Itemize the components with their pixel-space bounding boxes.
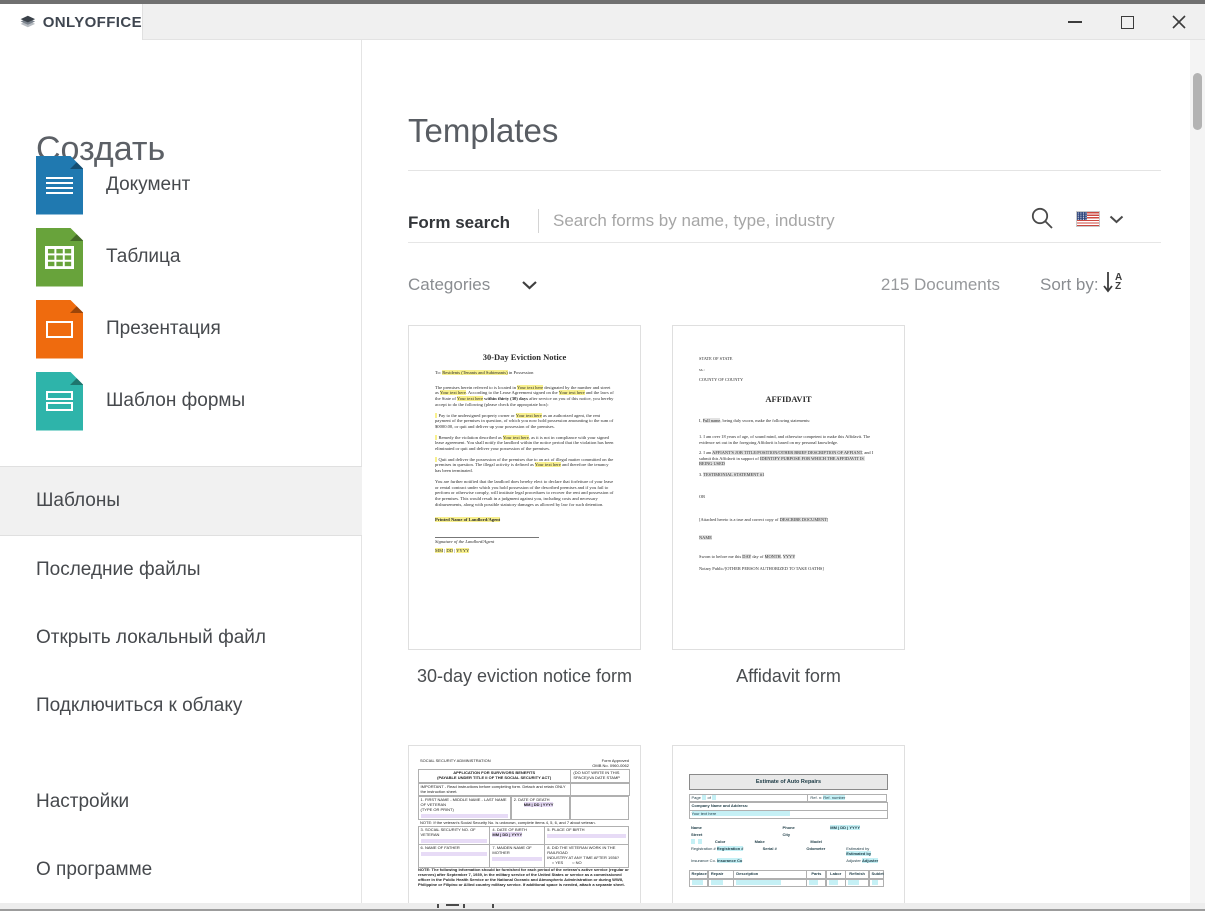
clipped-bottom-strip bbox=[0, 903, 1205, 911]
clipped-content-mark bbox=[463, 904, 465, 908]
maximize-button[interactable] bbox=[1101, 4, 1153, 40]
sidebar: Создать Документ Таблица Презентация Шаб… bbox=[0, 40, 362, 911]
documents-count: 215 Documents bbox=[800, 275, 1000, 295]
create-presentation-button[interactable]: Презентация bbox=[0, 299, 362, 359]
minimize-button[interactable] bbox=[1049, 4, 1101, 40]
sidebar-item-label: Открыть локальный файл bbox=[36, 627, 266, 649]
minimize-icon bbox=[1068, 21, 1082, 23]
window-controls bbox=[1049, 4, 1205, 40]
sidebar-item-recent-files[interactable]: Последние файлы bbox=[0, 536, 362, 604]
create-item-label: Таблица bbox=[106, 246, 181, 268]
app-title: ONLYOFFICE bbox=[43, 14, 142, 31]
search-icon bbox=[1029, 205, 1055, 231]
app-window: { "titlebar": { "app_name": "ONLYOFFICE"… bbox=[0, 0, 1205, 911]
create-form-template-button[interactable]: Шаблон формы bbox=[0, 371, 362, 431]
us-flag-icon bbox=[1076, 211, 1100, 227]
search-input[interactable] bbox=[553, 206, 1003, 236]
template-card-survivors-benefits[interactable]: SOCIAL SECURITY ADMINISTRATIONForm Appro… bbox=[408, 745, 641, 903]
sidebar-item-label: О программе bbox=[36, 859, 152, 881]
form-template-icon bbox=[36, 372, 83, 431]
template-preview: SOCIAL SECURITY ADMINISTRATIONForm Appro… bbox=[409, 746, 640, 903]
template-preview: Estimate of Auto RepairsPage of Ref. n: … bbox=[673, 746, 904, 903]
create-item-label: Документ bbox=[106, 174, 190, 196]
template-title: Affidavit form bbox=[672, 666, 905, 687]
sort-az-icon: A Z bbox=[1115, 273, 1122, 291]
title-divider bbox=[408, 170, 1161, 171]
template-card-30-day-eviction-notice[interactable]: 30-Day Eviction NoticeTo: Residents (Ten… bbox=[408, 325, 641, 650]
presentation-icon bbox=[36, 300, 83, 359]
create-document-button[interactable]: Документ bbox=[0, 155, 362, 215]
sidebar-item-open-local-file[interactable]: Открыть локальный файл bbox=[0, 604, 362, 672]
form-search-label: Form search bbox=[408, 213, 510, 233]
page-title: Templates bbox=[408, 112, 558, 150]
template-card-auto-repairs-estimate[interactable]: Estimate of Auto RepairsPage of Ref. n: … bbox=[672, 745, 905, 903]
sort-button[interactable]: A Z bbox=[1103, 266, 1135, 298]
maximize-icon bbox=[1121, 16, 1134, 29]
vertical-scrollbar-thumb[interactable] bbox=[1193, 73, 1202, 130]
clipped-content-mark bbox=[492, 904, 494, 908]
sidebar-item-label: Шаблоны bbox=[36, 490, 120, 512]
chevron-down-icon bbox=[521, 280, 538, 290]
titlebar[interactable]: ONLYOFFICE bbox=[0, 4, 1205, 40]
sidebar-item-label: Последние файлы bbox=[36, 559, 201, 581]
create-item-label: Шаблон формы bbox=[106, 390, 245, 412]
sort-by-label: Sort by: bbox=[1040, 275, 1099, 295]
search-separator bbox=[538, 209, 539, 233]
document-icon bbox=[36, 156, 83, 215]
chevron-down-icon bbox=[1109, 215, 1124, 224]
sidebar-item-label: Настройки bbox=[36, 791, 129, 813]
template-preview: 30-Day Eviction NoticeTo: Residents (Ten… bbox=[409, 326, 640, 649]
onlyoffice-logo-icon bbox=[20, 10, 36, 36]
search-language-dropdown[interactable] bbox=[1076, 205, 1136, 233]
app-tab[interactable]: ONLYOFFICE bbox=[0, 4, 143, 41]
sidebar-item-about[interactable]: О программе bbox=[0, 836, 362, 904]
create-spreadsheet-button[interactable]: Таблица bbox=[0, 227, 362, 287]
template-card-affidavit[interactable]: STATE OF STATEss.:COUNTY OF COUNTYAFFIDA… bbox=[672, 325, 905, 650]
sidebar-item-connect-to-cloud[interactable]: Подключиться к облаку bbox=[0, 672, 362, 740]
create-item-label: Презентация bbox=[106, 318, 221, 340]
template-title: 30-day eviction notice form bbox=[408, 666, 641, 687]
search-underline bbox=[408, 242, 1161, 243]
spreadsheet-icon bbox=[36, 228, 83, 287]
sort-arrow-icon bbox=[1103, 270, 1113, 294]
sidebar-item-templates[interactable]: Шаблоны bbox=[0, 466, 362, 536]
sidebar-item-label: Подключиться к облаку bbox=[36, 695, 242, 717]
template-preview: STATE OF STATEss.:COUNTY OF COUNTYAFFIDA… bbox=[673, 326, 904, 649]
close-button[interactable] bbox=[1153, 4, 1205, 40]
categories-label: Categories bbox=[408, 275, 490, 295]
close-icon bbox=[1172, 15, 1186, 29]
sidebar-item-settings[interactable]: Настройки bbox=[0, 768, 362, 836]
clipped-content-mark bbox=[446, 904, 459, 906]
clipped-content-mark bbox=[437, 904, 439, 908]
vertical-scrollbar-track[interactable] bbox=[1190, 40, 1205, 911]
search-button[interactable] bbox=[1026, 202, 1058, 234]
